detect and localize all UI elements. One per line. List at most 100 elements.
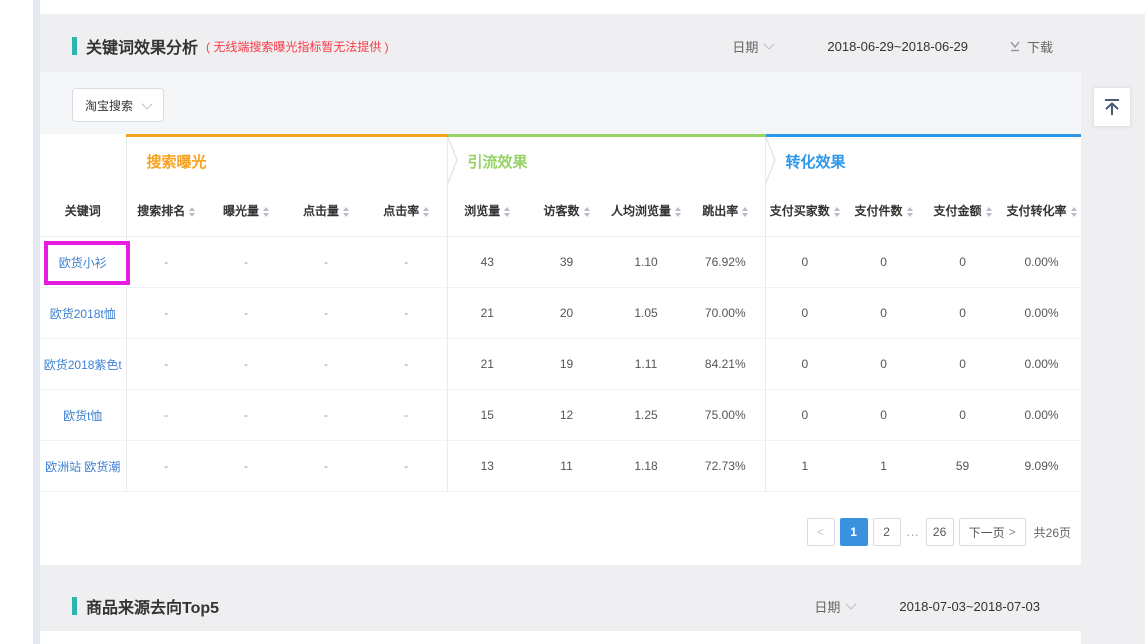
download-button[interactable]: 下载 [1008,37,1053,56]
cell: - [286,237,366,288]
download-label: 下载 [1027,37,1053,56]
table-row: 欧货t恤----15121.2575.00%0000.00% [40,390,1081,441]
keyword-link[interactable]: 欧货小衫 [59,256,107,270]
sort-icon [907,207,913,217]
cell: 0.00% [1002,237,1081,288]
cell: 0.00% [1002,339,1081,390]
sort-icon [986,207,992,217]
sort-icon [1071,207,1077,217]
cell: - [206,441,286,492]
col-header-label: 曝光量 [223,204,259,218]
sort-icon [584,207,590,217]
col-header[interactable]: 访客数 [527,185,606,237]
page-button-1[interactable]: 1 [840,518,868,546]
keyword-analysis-card: 淘宝搜索 搜索曝光引流效果转化效果关键词搜索排名曝光量点击量点击率浏览量访客数人… [40,72,1081,565]
col-header[interactable]: 浏览量 [447,185,527,237]
prev-page-button[interactable]: < [807,518,835,546]
left-gutter [0,0,33,644]
col-header[interactable]: 跳出率 [686,185,765,237]
cell: - [126,237,206,288]
cell: 1.18 [606,441,686,492]
group-label: 转化效果 [786,154,846,171]
filter-toolbar: 淘宝搜索 [40,72,1081,134]
next-page-label: 下一页 [969,524,1005,541]
page-button-26[interactable]: 26 [926,518,954,546]
previous-card-bottom [40,0,1145,14]
channel-select-value: 淘宝搜索 [85,97,133,114]
sort-icon [742,207,748,217]
col-header[interactable]: 搜索排名 [126,185,206,237]
col-header[interactable]: 人均浏览量 [606,185,686,237]
section-controls: 日期 2018-07-03~2018-07-03 [814,597,1081,616]
cell: 1.10 [606,237,686,288]
cell: 13 [447,441,527,492]
group-header-3: 转化效果 [765,136,1081,186]
cell: 0 [923,288,1002,339]
sort-icon [834,207,840,217]
keyword-link[interactable]: 欧货t恤 [63,409,102,423]
col-header[interactable]: 支付件数 [844,185,923,237]
keyword-analysis-header: 关键词效果分析 ( 无线端搜索曝光指标暂无法提供 ) 日期 2018-06-29… [40,20,1081,72]
section-accent-bar [72,37,77,55]
group-separator-chevron [447,136,459,184]
cell: - [286,390,366,441]
channel-select[interactable]: 淘宝搜索 [72,88,164,122]
cell: 72.73% [686,441,765,492]
cell: 1.05 [606,288,686,339]
col-header-label: 支付买家数 [770,204,830,218]
cell: - [366,288,447,339]
group-header-1: 搜索曝光 [126,136,447,186]
col-header[interactable]: 曝光量 [206,185,286,237]
cell: 0 [844,288,923,339]
col-header[interactable]: 支付金额 [923,185,1002,237]
sort-icon [189,207,195,217]
date-range-value: 2018-07-03~2018-07-03 [899,599,1040,614]
cell: 0 [923,390,1002,441]
col-header[interactable]: 支付买家数 [765,185,844,237]
cell: 12 [527,390,606,441]
page-button-2[interactable]: 2 [873,518,901,546]
section-controls: 日期 2018-06-29~2018-06-29 下载 [732,37,1081,56]
chevron-down-icon [764,38,775,49]
cell: - [286,339,366,390]
keyword-link[interactable]: 欧货2018t恤 [50,307,116,321]
cell: 0.00% [1002,390,1081,441]
cell: - [206,237,286,288]
cell: - [206,390,286,441]
cell: - [366,441,447,492]
cell: - [286,441,366,492]
cell: 0 [765,237,844,288]
date-filter[interactable]: 日期 [732,37,773,56]
col-header[interactable]: 点击率 [366,185,447,237]
cell: - [366,339,447,390]
keyword-link[interactable]: 欧洲站 欧货潮 [45,460,120,474]
cell: 21 [447,288,527,339]
pagination-ellipsis: ... [907,525,920,539]
col-header[interactable]: 支付转化率 [1002,185,1081,237]
col-header-label: 搜索排名 [137,204,185,218]
cell: 39 [527,237,606,288]
next-page-button[interactable]: 下一页 > [959,518,1026,546]
back-to-top-button[interactable] [1093,87,1131,127]
cell: 0 [765,390,844,441]
table-row: 欧洲站 欧货潮----13111.1872.73%11599.09% [40,441,1081,492]
sort-icon [504,207,510,217]
download-icon [1008,39,1022,53]
date-filter[interactable]: 日期 [814,597,855,616]
col-header[interactable]: 点击量 [286,185,366,237]
cell: 0 [765,288,844,339]
table-row: 欧货2018t恤----21201.0570.00%0000.00% [40,288,1081,339]
sort-icon [263,207,269,217]
chevron-down-icon [846,598,857,609]
cell: - [286,288,366,339]
cell: - [366,237,447,288]
keyword-link[interactable]: 欧货2018紫色t [44,358,122,372]
back-to-top-icon [1100,95,1124,119]
cell: 21 [447,339,527,390]
table-row: 欧货小衫----43391.1076.92%0000.00% [40,237,1081,288]
cell: 0 [923,339,1002,390]
cell: 0 [923,237,1002,288]
table-wrap: 搜索曝光引流效果转化效果关键词搜索排名曝光量点击量点击率浏览量访客数人均浏览量跳… [40,134,1081,492]
col-header-label: 点击率 [383,204,419,218]
cell: - [206,288,286,339]
